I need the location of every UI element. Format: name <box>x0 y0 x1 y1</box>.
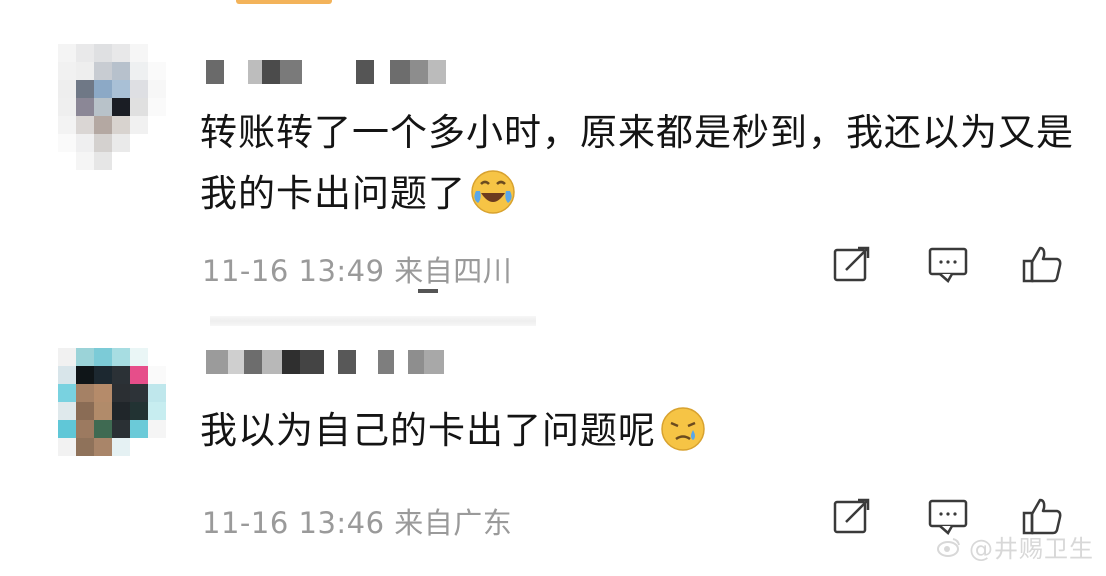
comment-text: 转账转了一个多小时，原来都是秒到，我还以为又是我的卡出问题了 <box>200 102 1080 224</box>
divider <box>210 316 536 326</box>
comment-item: 转账转了一个多小时，原来都是秒到，我还以为又是我的卡出问题了 11-16 13:… <box>0 38 1106 298</box>
watermark: @井赐卫生 <box>935 529 1094 564</box>
comment-location: 来自四川 <box>394 254 513 288</box>
comment-body: 转账转了一个多小时，原来都是秒到，我还以为又是我的卡出问题了 <box>200 111 1074 215</box>
divider-mark <box>418 289 438 293</box>
thumbs-up-icon[interactable] <box>1020 242 1064 286</box>
watermark-text: @井赐卫生 <box>969 535 1094 563</box>
comment-meta: 11-16 13:49 来自四川 <box>202 248 512 290</box>
share-icon[interactable] <box>830 494 874 538</box>
laugh-cry-emoji <box>471 170 515 214</box>
comment-icon[interactable] <box>926 242 970 286</box>
share-icon[interactable] <box>830 242 874 286</box>
comment-date: 11-16 <box>202 506 289 540</box>
avatar[interactable] <box>58 348 166 480</box>
comment-body: 我以为自己的卡出了问题呢 <box>200 409 656 452</box>
username-blurred[interactable] <box>206 350 444 374</box>
avatar[interactable] <box>58 44 166 176</box>
comment-time: 13:49 <box>298 254 385 288</box>
comment-meta: 11-16 13:46 来自广东 <box>202 500 512 542</box>
comment-text: 我以为自己的卡出了问题呢 <box>200 400 1080 461</box>
username-blurred[interactable] <box>206 60 446 84</box>
comment-location: 来自广东 <box>394 506 513 540</box>
comment-date: 11-16 <box>202 254 289 288</box>
weibo-logo-icon <box>937 537 960 557</box>
top-edge-strip <box>236 0 332 4</box>
comment-time: 13:46 <box>298 506 385 540</box>
sad-tear-emoji <box>661 407 705 451</box>
